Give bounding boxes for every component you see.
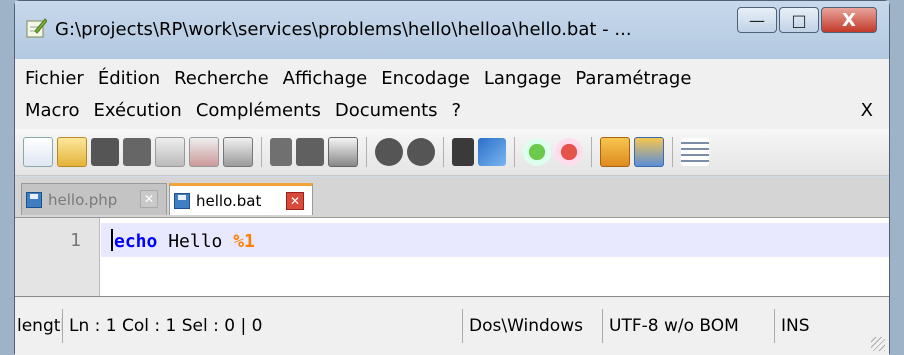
- tab-label: hello.php: [48, 190, 118, 209]
- toolbar-separator: [591, 137, 592, 167]
- new-file-icon[interactable]: [23, 137, 53, 167]
- sync-vertical-icon[interactable]: [600, 137, 630, 167]
- menu-recherche[interactable]: Recherche: [174, 68, 269, 89]
- resize-grip-icon[interactable]: [871, 337, 885, 351]
- redo-icon[interactable]: [407, 138, 435, 166]
- toolbar-separator: [443, 137, 444, 167]
- replace-icon[interactable]: [478, 138, 506, 166]
- zoom-out-icon[interactable]: [555, 138, 583, 166]
- minimize-button[interactable]: —: [737, 7, 777, 33]
- paste-icon[interactable]: [328, 137, 358, 167]
- undo-icon[interactable]: [375, 138, 403, 166]
- saved-file-icon: [174, 192, 190, 209]
- saved-file-icon: [26, 191, 42, 208]
- maximize-button[interactable]: □: [779, 7, 819, 33]
- tab-close-button[interactable]: ✕: [286, 192, 304, 210]
- tab-bar: hello.php ✕ hello.bat ✕: [15, 177, 889, 218]
- close-document-button[interactable]: X: [861, 100, 873, 121]
- cut-icon[interactable]: [270, 138, 292, 166]
- menu-encodage[interactable]: Encodage: [381, 68, 470, 89]
- copy-icon[interactable]: [296, 138, 324, 166]
- menu-langage[interactable]: Langage: [484, 68, 561, 89]
- toolbar-separator: [366, 137, 367, 167]
- notepad-app-icon: [26, 18, 47, 38]
- menu-documents[interactable]: Documents: [335, 100, 438, 121]
- word-wrap-icon[interactable]: [681, 138, 709, 166]
- notepad-window: G:\projects\RP\work\services\problems\he…: [14, 0, 890, 355]
- tab-hello-php[interactable]: hello.php ✕: [21, 183, 167, 215]
- code-line[interactable]: echo Hello %1: [111, 229, 255, 252]
- text-cursor: [111, 229, 113, 251]
- save-all-icon[interactable]: [123, 138, 151, 166]
- line-number-gutter: 1: [15, 218, 100, 296]
- open-file-icon[interactable]: [57, 137, 87, 167]
- menu-complements[interactable]: Compléments: [196, 100, 321, 121]
- menu-help[interactable]: ?: [452, 100, 462, 121]
- editor-area[interactable]: 1 echo Hello %1: [15, 217, 889, 297]
- code-argument: %1: [233, 231, 255, 252]
- toolbar-separator: [261, 137, 262, 167]
- toolbar: [15, 129, 889, 176]
- close-window-button[interactable]: X: [821, 7, 877, 33]
- code-text: Hello: [157, 231, 234, 252]
- line-number: 1: [70, 230, 81, 251]
- menu-fichier[interactable]: Fichier: [25, 68, 84, 89]
- save-icon[interactable]: [91, 138, 119, 166]
- find-icon[interactable]: [452, 138, 474, 166]
- menu-edition[interactable]: Édition: [98, 68, 160, 89]
- toolbar-separator: [672, 137, 673, 167]
- menu-affichage[interactable]: Affichage: [283, 68, 368, 89]
- status-encoding: UTF-8 w/o BOM: [603, 309, 775, 343]
- menu-bar: Fichier Édition Recherche Affichage Enco…: [15, 59, 889, 129]
- menu-macro[interactable]: Macro: [25, 100, 79, 121]
- tab-label: hello.bat: [196, 191, 262, 210]
- status-position: Ln : 1 Col : 1 Sel : 0 | 0: [63, 309, 463, 343]
- window-title: G:\projects\RP\work\services\problems\he…: [55, 19, 632, 40]
- status-length: length: [15, 309, 63, 343]
- status-bar: length Ln : 1 Col : 1 Sel : 0 | 0 Dos\Wi…: [15, 297, 889, 355]
- sync-horizontal-icon[interactable]: [634, 137, 664, 167]
- print-icon[interactable]: [223, 137, 253, 167]
- close-icon[interactable]: [155, 137, 185, 167]
- code-keyword: echo: [114, 231, 158, 252]
- status-mode: INS: [781, 316, 810, 336]
- menu-execution[interactable]: Exécution: [93, 100, 181, 121]
- zoom-in-icon[interactable]: [523, 138, 551, 166]
- tab-close-button[interactable]: ✕: [140, 190, 158, 208]
- menu-parametrage[interactable]: Paramétrage: [575, 68, 691, 89]
- close-all-icon[interactable]: [189, 137, 219, 167]
- title-bar[interactable]: G:\projects\RP\work\services\problems\he…: [15, 1, 889, 60]
- status-eol: Dos\Windows: [463, 309, 603, 343]
- toolbar-separator: [514, 137, 515, 167]
- tab-hello-bat[interactable]: hello.bat ✕: [169, 183, 313, 215]
